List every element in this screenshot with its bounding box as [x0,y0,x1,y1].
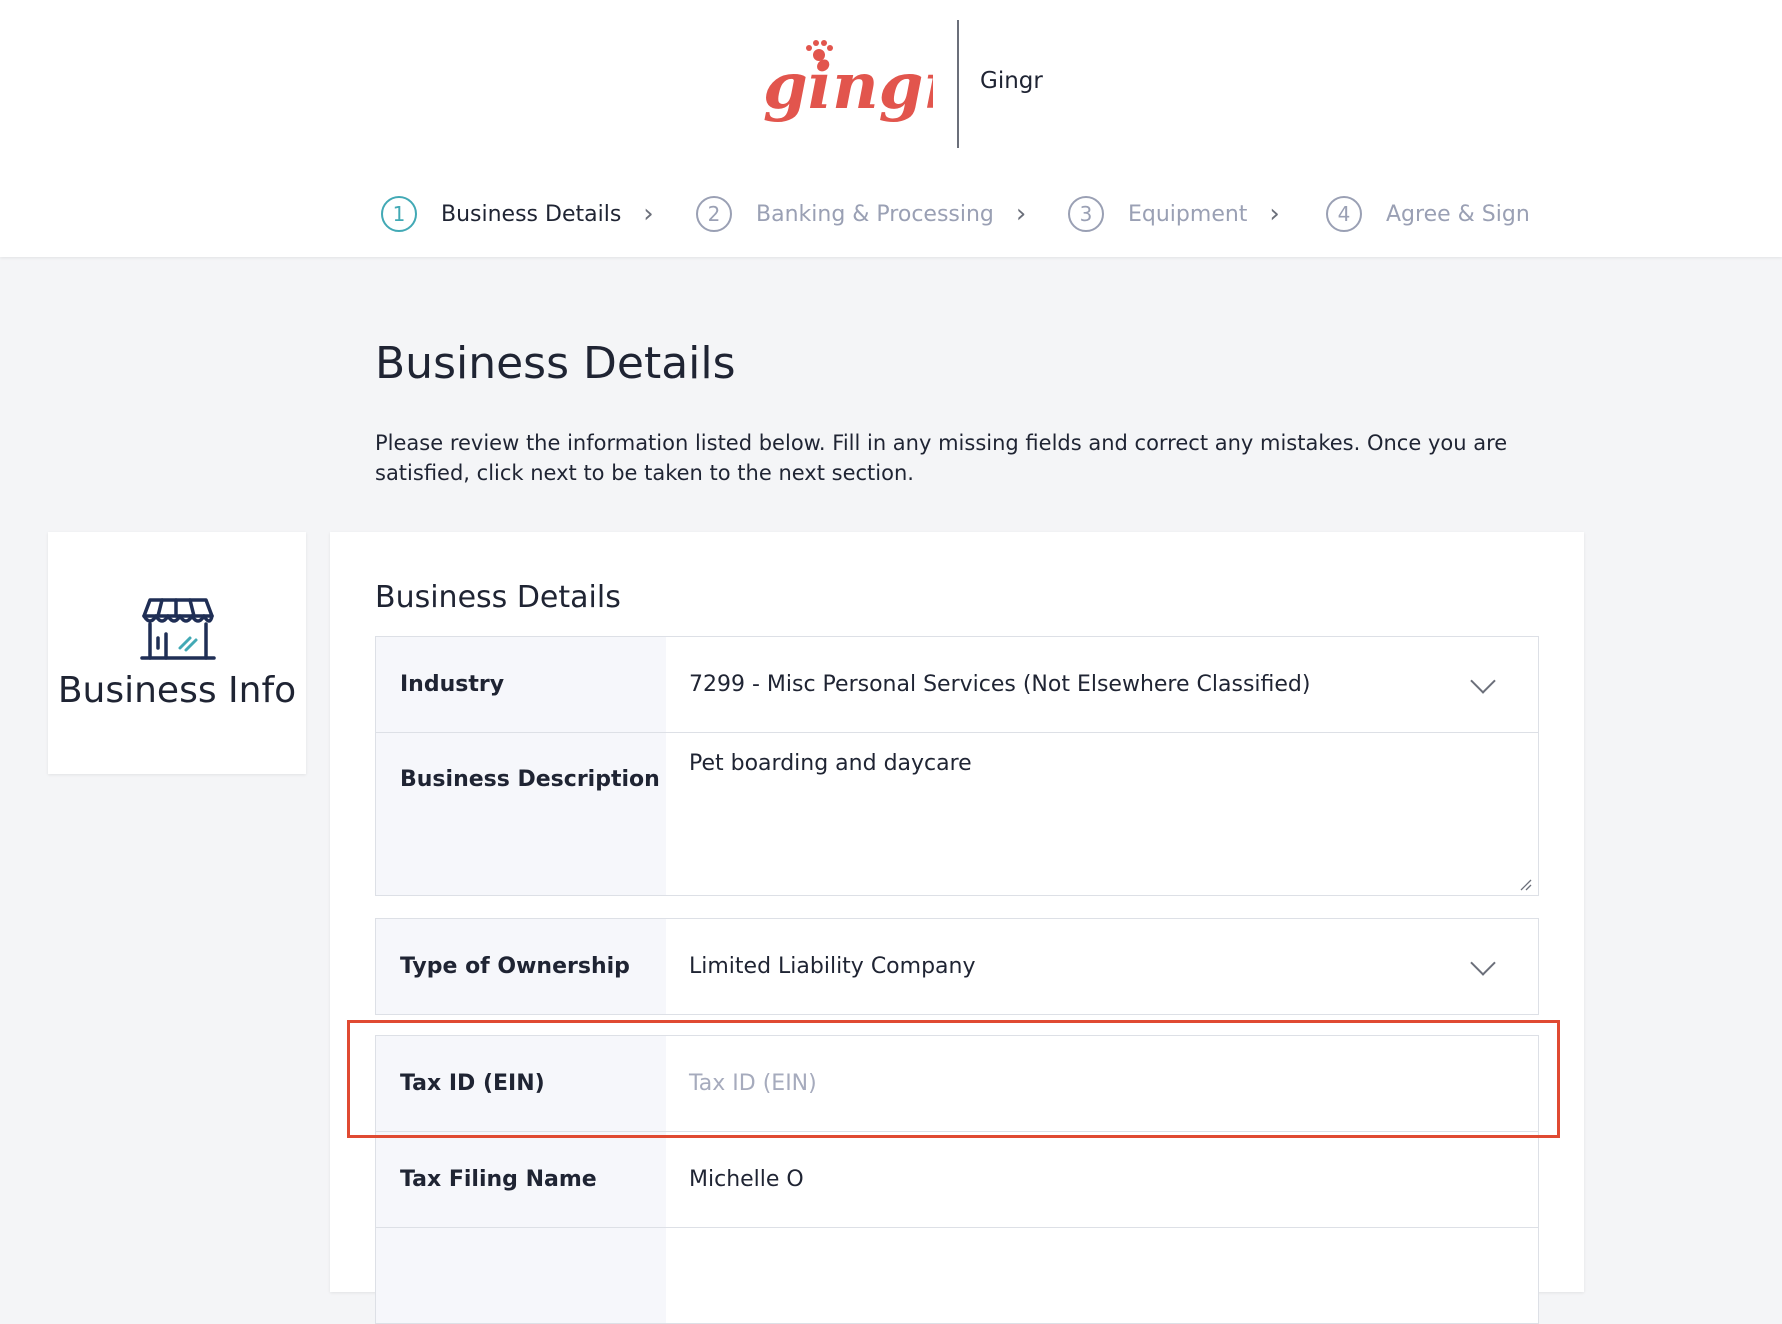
industry-selected-value: 7299 - Misc Personal Services (Not Elsew… [689,672,1311,697]
step-business-details[interactable]: 1 Business Details › [381,192,654,236]
business-details-form: Business Details Industry 7299 - Misc Pe… [330,532,1584,1324]
step-number: 1 [381,196,417,232]
ownership-selected-value: Limited Liability Company [689,954,976,979]
chevron-right-icon: › [1015,199,1027,229]
step-equipment[interactable]: 3 Equipment › [1068,192,1280,236]
field-group-industry: Industry 7299 - Misc Personal Services (… [375,636,1539,896]
next-field-label [376,1228,666,1323]
industry-row: Industry 7299 - Misc Personal Services (… [376,637,1538,733]
step-number: 4 [1326,196,1362,232]
page-intro: Please review the information listed bel… [375,431,1508,485]
step-label: Business Details [441,201,622,227]
business-info-card[interactable]: Business Info [48,532,306,774]
step-label: Equipment [1128,201,1248,227]
app-header: gingr Gingr 1 Business Details › 2 Banki… [0,0,1782,257]
progress-stepper: 1 Business Details › 2 Banking & Process… [0,192,1782,238]
tax-filing-name-row: Tax Filing Name Michelle O [376,1132,1538,1228]
store-icon [140,598,216,660]
svg-text:gingr: gingr [763,49,933,124]
logo-divider [957,20,959,148]
industry-select[interactable]: 7299 - Misc Personal Services (Not Elsew… [666,637,1538,732]
card-label: Business Info [57,670,297,711]
tax-id-input[interactable]: Tax ID (EIN) [666,1036,1538,1131]
resize-handle-icon[interactable] [1520,879,1532,891]
business-description-label: Business Description [376,733,666,895]
chevron-right-icon: › [1269,199,1280,229]
business-description-row: Business Description Pet boarding and da… [376,733,1538,895]
tax-id-row: Tax ID (EIN) Tax ID (EIN) [376,1036,1538,1132]
tax-id-label: Tax ID (EIN) [376,1036,666,1131]
section-title: Business Details [375,580,621,615]
step-number: 2 [696,196,732,232]
page-title: Business Details [375,338,736,389]
chevron-down-icon [1470,667,1496,694]
business-description-text: Pet boarding and daycare [689,751,972,776]
field-group-ownership: Type of Ownership Limited Liability Comp… [375,918,1539,1015]
next-field-row [376,1228,1538,1323]
ownership-label: Type of Ownership [376,919,666,1014]
step-number: 3 [1068,196,1104,232]
company-name: Gingr [980,68,1043,94]
industry-label: Industry [376,637,666,732]
step-label: Banking & Processing [756,201,994,227]
field-group-tax: Tax ID (EIN) Tax ID (EIN) Tax Filing Nam… [375,1035,1539,1324]
chevron-right-icon: › [643,199,654,229]
tax-filing-name-label: Tax Filing Name [376,1132,666,1227]
chevron-down-icon [1470,949,1496,976]
next-field-input[interactable] [666,1228,1538,1323]
business-description-textarea[interactable]: Pet boarding and daycare [666,733,1538,895]
gingr-logo: gingr [763,40,933,124]
step-agree-sign[interactable]: 4 Agree & Sign [1326,192,1530,236]
tax-filing-name-input[interactable]: Michelle O [666,1132,1538,1227]
ownership-select[interactable]: Limited Liability Company [666,919,1538,1014]
step-label: Agree & Sign [1386,201,1530,227]
step-banking-processing[interactable]: 2 Banking & Processing › [696,192,1026,236]
ownership-row: Type of Ownership Limited Liability Comp… [376,919,1538,1014]
